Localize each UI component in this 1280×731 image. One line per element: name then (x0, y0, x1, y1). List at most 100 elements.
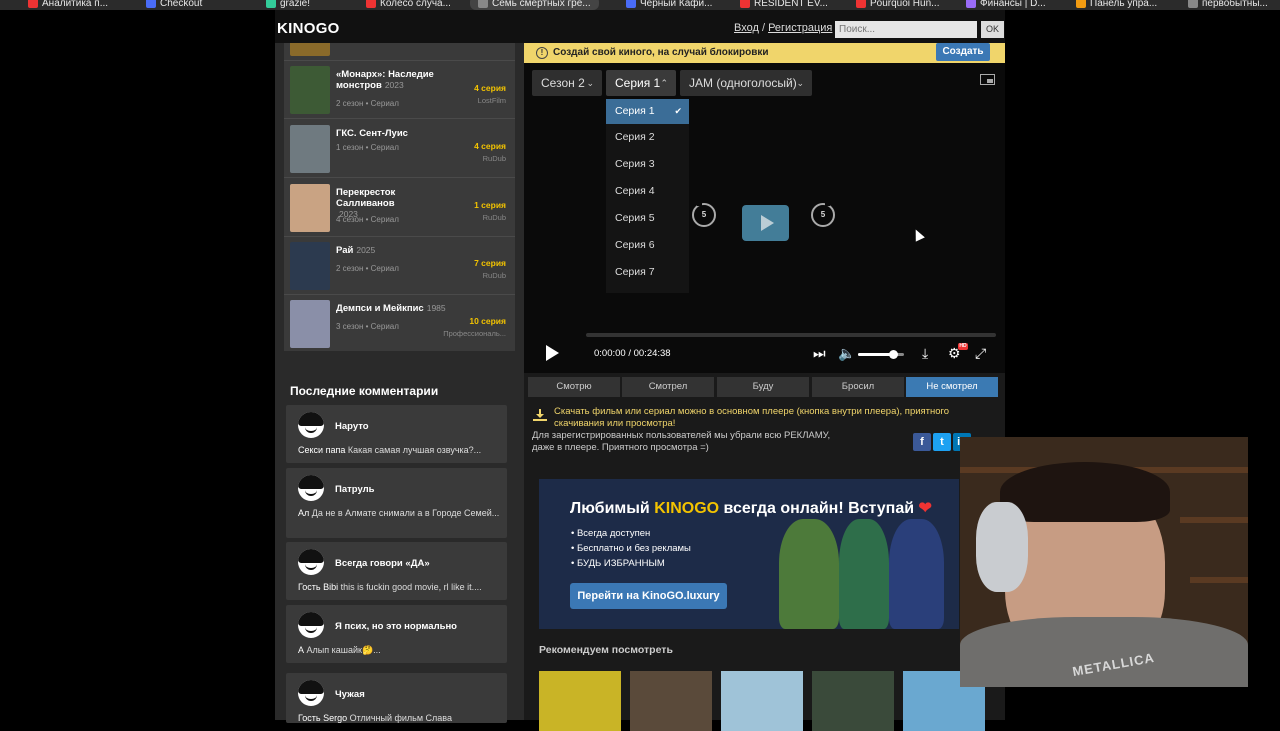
search-button[interactable]: OK (981, 21, 1004, 38)
list-item[interactable]: Перекресток Салливанов 2023 4 сезон • Сер… (284, 179, 515, 237)
ad-free-note: Для зарегистрированных пользователей мы … (532, 430, 831, 453)
comment-card[interactable]: Я псих, но это нормально А Алып кашайк🤔.… (286, 605, 507, 663)
avatar (298, 412, 324, 438)
comment-text: Секси папа Какая самая лучшая озвучка?..… (298, 445, 482, 455)
tab-dropped[interactable]: Бросил (812, 377, 904, 397)
series-meta: 2 сезон • Сериал (336, 264, 399, 273)
list-item[interactable]: «Монарх»: Наследие монстров 2023 2 сезон … (284, 61, 515, 119)
bookmark-item[interactable]: Колесо случа... (366, 0, 451, 10)
bookmark-item[interactable]: Панель упра... (1076, 0, 1157, 10)
recommend-poster[interactable] (721, 671, 803, 731)
rewind-icon[interactable]: 5 (692, 201, 716, 227)
comment-movie-name[interactable]: Патруль (335, 484, 374, 495)
bookmark-favicon-icon (856, 0, 866, 8)
time-display: 0:00:00 / 00:24:38 (594, 348, 671, 359)
picture-in-picture-icon[interactable] (980, 74, 995, 85)
series-poster (290, 242, 330, 290)
episode-option[interactable]: Серия 7 (606, 259, 689, 286)
volume-icon[interactable]: 🔈 (838, 345, 855, 361)
progress-bar[interactable] (586, 333, 996, 337)
recommend-poster[interactable] (630, 671, 712, 731)
series-studio: RuDub (482, 213, 506, 222)
search-input[interactable] (835, 21, 977, 38)
episode-option[interactable]: Серия 6 (606, 232, 689, 259)
series-episode: 7 серия (474, 258, 506, 268)
episode-option[interactable]: Серия 2 (606, 124, 689, 151)
tab-not-watched[interactable]: Не смотрел (906, 377, 998, 397)
mouse-cursor-icon (911, 227, 925, 242)
tab-watching[interactable]: Смотрю (528, 377, 620, 397)
series-episode: 4 серия (474, 83, 506, 93)
headphones-icon (976, 502, 1028, 592)
list-item[interactable]: Демпси и Мейкпис 1985 3 сезон • Сериал 10… (284, 295, 515, 351)
episode-dropdown[interactable]: Серия 1 ⌃ (606, 70, 676, 96)
bookmark-item[interactable]: Семь смертных гре... (470, 0, 599, 10)
bookmark-item[interactable]: Черный Кафи... (626, 0, 712, 10)
promo-bar: ! Создай свой киного, на случай блокиров… (524, 43, 1005, 63)
voice-dropdown[interactable]: JAM (одноголосый) ⌄ (680, 70, 812, 96)
recommend-poster[interactable] (539, 671, 621, 731)
forward-icon[interactable]: 5 (811, 201, 835, 227)
list-item[interactable]: Рай 2025 2 сезон • Сериал 7 серия RuDub (284, 237, 515, 295)
comment-card[interactable]: Всегда говори «ДА» Гость Bibi this is fu… (286, 542, 507, 600)
site-logo[interactable]: KINOGO (277, 20, 340, 37)
recommend-poster[interactable] (812, 671, 894, 731)
banner-button[interactable]: Перейти на KinoGO.luxury (570, 583, 727, 609)
site-page: KINOGO Вход / Регистрация OK «Монарх»: Н… (275, 10, 1005, 731)
episode-option[interactable]: Серия 4 (606, 178, 689, 205)
list-item[interactable] (284, 43, 515, 61)
comment-card[interactable]: Наруто Секси папа Какая самая лучшая озв… (286, 405, 507, 463)
comment-text: Гость Sergo Отличный фильм Слава (298, 713, 452, 723)
series-title: «Монарх»: Наследие монстров 2023 (336, 69, 434, 91)
register-link[interactable]: Регистрация (768, 22, 832, 34)
comment-text: Гость Bibi this is fuckin good movie, rl… (298, 582, 482, 592)
webcam-shelf (1190, 577, 1248, 583)
next-icon[interactable]: ⏭ (813, 345, 826, 361)
comment-movie-name[interactable]: Всегда говори «ДА» (335, 558, 430, 569)
series-title: Демпси и Мейкпис 1985 (336, 303, 446, 314)
comment-card[interactable]: Патруль Ал Да не в Алмате снимали а в Го… (286, 468, 507, 538)
volume-knob[interactable] (888, 350, 898, 359)
episode-menu: Серия 1 ✔ Серия 2 Серия 3 Серия 4 Серия 5… (606, 99, 689, 293)
episode-option[interactable]: Серия 1 ✔ (606, 99, 689, 124)
bookmark-item[interactable]: Финансы | D... (966, 0, 1046, 10)
comment-movie-name[interactable]: Чужая (335, 689, 365, 700)
series-meta: 4 сезон • Сериал (336, 215, 399, 224)
comment-card[interactable]: Чужая Гость Sergo Отличный фильм Слава (286, 673, 507, 723)
promo-banner[interactable]: Любимый KINOGO всегда онлайн! Вступай ❤ … (539, 479, 959, 629)
fullscreen-icon[interactable]: ⤢ (975, 345, 986, 361)
tab-will-watch[interactable]: Буду (717, 377, 809, 397)
big-play-button[interactable] (742, 205, 789, 241)
video-player[interactable]: Сезон 2 ⌄ Серия 1 ⌃ JAM (одноголосый) ⌄ Сер… (524, 63, 1005, 373)
facebook-icon[interactable]: f (913, 433, 931, 451)
bookmark-item[interactable]: grazie! (266, 0, 310, 10)
banner-bullets: Всегда доступен Бесплатно и без рекламы … (571, 526, 691, 571)
bookmark-item[interactable]: RESIDENT EV... (740, 0, 828, 10)
episode-option[interactable]: Серия 5 (606, 205, 689, 232)
episode-option[interactable]: Серия 3 (606, 151, 689, 178)
bookmark-item[interactable]: Checkout (146, 0, 202, 10)
banner-bullet: Бесплатно и без рекламы (571, 541, 691, 556)
bookmarks-bar: Аналитика п... Checkout grazie! Колесо с… (0, 0, 1280, 10)
comment-movie-name[interactable]: Я псих, но это нормально (335, 621, 457, 632)
season-dropdown[interactable]: Сезон 2 ⌄ (532, 70, 602, 96)
login-link[interactable]: Вход (734, 22, 759, 34)
series-episode: 4 серия (474, 141, 506, 151)
series-studio: Профессиональ... (443, 329, 506, 338)
comment-movie-name[interactable]: Наруто (335, 421, 369, 432)
bookmark-item[interactable]: Аналитика п... (28, 0, 108, 10)
left-sidebar: «Монарх»: Наследие монстров 2023 2 сезон … (275, 43, 524, 723)
volume-slider[interactable] (858, 350, 904, 359)
list-item[interactable]: ГКС. Сент-Луис 1 сезон • Сериал 4 серия … (284, 120, 515, 178)
bookmark-favicon-icon (146, 0, 156, 8)
bookmark-item[interactable]: первобытны... (1188, 0, 1268, 10)
hero-figure (889, 519, 944, 629)
tab-watched[interactable]: Смотрел (622, 377, 714, 397)
play-icon[interactable] (546, 345, 559, 361)
bookmark-favicon-icon (740, 0, 750, 8)
download-icon[interactable]: ⤓ (922, 345, 928, 361)
bookmark-item[interactable]: Pourquoi Hun... (856, 0, 940, 10)
twitter-icon[interactable]: t (933, 433, 951, 451)
create-button[interactable]: Создать (936, 43, 990, 61)
hd-badge: HD (958, 343, 968, 350)
